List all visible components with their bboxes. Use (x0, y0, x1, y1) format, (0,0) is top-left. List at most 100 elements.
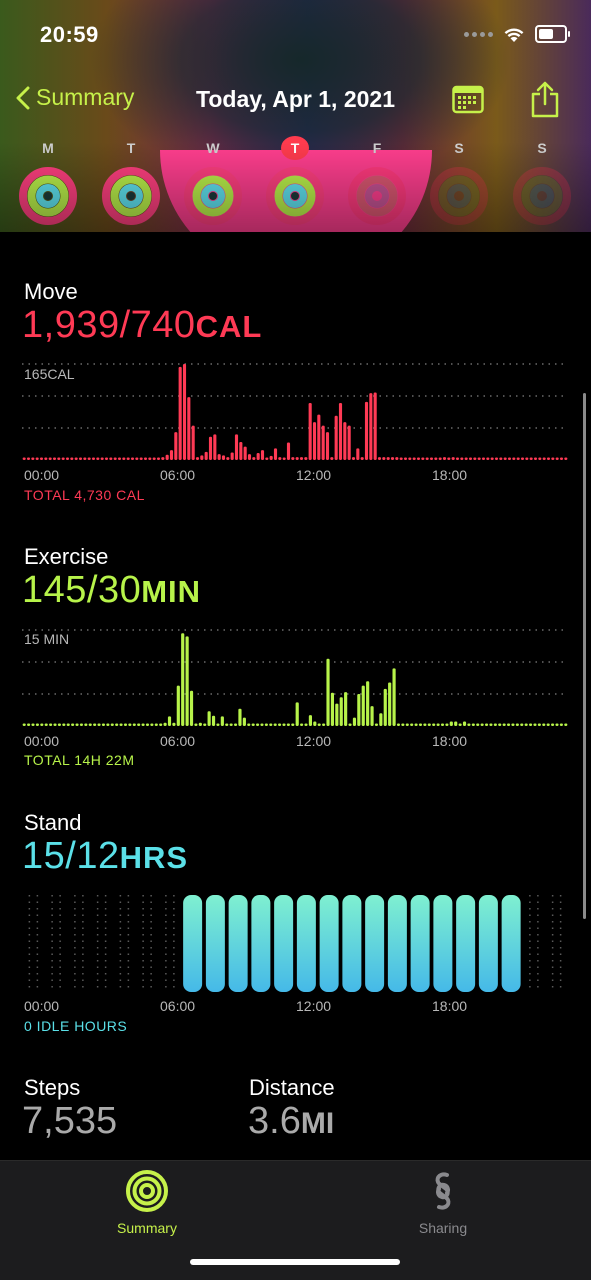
chart-bar (499, 457, 503, 460)
chart-bar (93, 723, 97, 726)
chart-bar (412, 457, 416, 460)
move-total: TOTAL 4,730 CAL (24, 487, 145, 503)
chart-bar (22, 723, 26, 726)
chart-bar (26, 457, 31, 460)
chart-bar (425, 457, 429, 460)
chart-bar (278, 723, 282, 726)
chart-bar (260, 723, 264, 726)
chart-bar (207, 711, 211, 726)
activity-rings-icon (19, 167, 77, 225)
chart-bar (220, 716, 224, 726)
stand-hour-bar (410, 895, 430, 992)
chart-bar (533, 457, 538, 460)
chart-bar (357, 694, 361, 726)
page-title: Today, Apr 1, 2021 (196, 86, 395, 112)
chart-bar (148, 457, 152, 460)
day-letter: W (206, 140, 220, 156)
chart-bar (35, 723, 39, 726)
day-letter: T (281, 136, 309, 160)
move-x-tick-2: 12:00 (296, 467, 332, 483)
chart-bar (382, 457, 386, 460)
chart-bar (538, 457, 542, 460)
sharing-icon (435, 1172, 451, 1210)
chart-bar (551, 723, 555, 726)
tab-summary[interactable]: Summary (77, 1169, 217, 1236)
chart-bar (480, 723, 484, 726)
chart-bar (71, 723, 75, 726)
stand-x-tick-1: 06:00 (160, 998, 196, 1014)
chart-bar (467, 723, 471, 726)
chart-bar (169, 450, 174, 460)
chart-bar (273, 723, 277, 726)
chart-bar (208, 436, 213, 460)
chart-bar (322, 723, 326, 726)
stand-hour-bar (296, 895, 316, 992)
chart-bar (416, 457, 421, 460)
chart-bar (321, 425, 325, 460)
chart-bar (551, 457, 555, 460)
activity-rings-icon (348, 167, 406, 225)
tab-sharing[interactable]: Sharing (373, 1169, 513, 1236)
chart-bar (498, 723, 502, 726)
stand-x-tick-0: 00:00 (24, 998, 60, 1014)
stand-hour-bar (319, 895, 339, 992)
home-indicator[interactable] (190, 1259, 400, 1265)
day-5[interactable]: S (429, 136, 489, 231)
stand-hour-bar (183, 895, 203, 992)
day-0[interactable]: M (18, 136, 78, 231)
chart-bar (150, 723, 154, 726)
chart-bar (35, 457, 39, 460)
chart-bar (524, 723, 528, 726)
chart-bar (507, 457, 512, 460)
chart-bar (44, 457, 48, 460)
stand-hour-bar (228, 895, 248, 992)
day-4[interactable]: F (347, 136, 407, 231)
chart-bar (520, 723, 524, 726)
calendar-button[interactable] (452, 84, 484, 119)
chart-bar (335, 703, 339, 726)
distance-value-number: 3.6 (248, 1100, 301, 1142)
chart-bar (39, 457, 44, 460)
chart-bar (447, 457, 451, 460)
chart-bar (217, 454, 221, 460)
chart-bar (191, 425, 195, 460)
chart-bar (388, 682, 392, 726)
chart-bar (308, 402, 312, 460)
chart-bar (520, 457, 525, 460)
chart-bar (70, 457, 74, 460)
chart-bar (542, 723, 546, 726)
chart-bar (251, 723, 255, 726)
stand-hour-bar (251, 895, 271, 992)
status-icons (464, 25, 570, 43)
chart-bar (238, 708, 242, 726)
day-3[interactable]: T (265, 136, 325, 231)
chart-bar (477, 457, 481, 460)
scrollbar[interactable] (583, 393, 586, 919)
steps-title: Steps (24, 1075, 81, 1100)
chart-bar (104, 457, 109, 460)
chart-bar (423, 723, 427, 726)
chart-bar (137, 723, 141, 726)
day-6[interactable]: S (512, 136, 572, 231)
chart-bar (442, 457, 447, 460)
chart-bar (360, 457, 364, 460)
chart-bar (163, 722, 167, 726)
chart-bar (122, 457, 126, 460)
chart-bar (317, 414, 321, 460)
exercise-x-tick-3: 18:00 (432, 733, 468, 749)
day-2[interactable]: W (183, 136, 243, 231)
stand-value-unit: HRS (119, 840, 189, 875)
activity-rings-icon (102, 167, 160, 225)
chart-bar (132, 723, 136, 726)
chart-bar (110, 723, 114, 726)
share-icon (531, 81, 559, 118)
day-letter: S (454, 140, 464, 156)
chart-bar (490, 457, 494, 460)
chart-bar (512, 457, 516, 460)
exercise-title: Exercise (24, 544, 109, 569)
share-button[interactable] (530, 80, 560, 123)
chart-bar (216, 723, 220, 726)
stand-hour-bar (456, 895, 476, 992)
day-1[interactable]: T (101, 136, 161, 231)
chart-bar (57, 457, 61, 460)
